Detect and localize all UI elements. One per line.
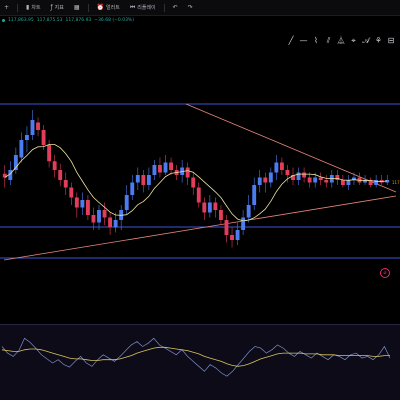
drawing-toolbar: ╱ — ⌇ ⫽ ⏅ ⌖ 𝒜 ⚘ ⊟ (286, 34, 396, 48)
candle-body (224, 220, 229, 235)
candle-body (318, 177, 323, 180)
candle-body (85, 200, 90, 215)
candle-body (52, 161, 57, 170)
candle-body (36, 122, 40, 130)
candle-body (196, 187, 201, 203)
candle-body (30, 120, 35, 135)
candle-body (141, 175, 146, 185)
candle-body (113, 220, 118, 228)
lower-trendline (3, 195, 397, 261)
candle-body (69, 187, 74, 198)
candle-body (207, 202, 212, 213)
candle-body (124, 195, 129, 210)
candle-body (285, 170, 290, 175)
candle-body (191, 177, 196, 188)
candle-body (169, 162, 173, 170)
candle-body (213, 202, 218, 210)
candle-body (135, 175, 140, 183)
candle-body (19, 140, 24, 158)
candle-body (47, 145, 52, 162)
candle-body (58, 170, 63, 180)
candle-body (241, 217, 246, 230)
candle-body (335, 175, 340, 180)
drawing-tool-2-icon[interactable]: ⌇ (311, 34, 321, 48)
candle-body (268, 172, 273, 183)
drawing-tool-0-icon[interactable]: ╱ (286, 34, 296, 48)
candle-body (246, 205, 251, 218)
drawing-tool-8-icon[interactable]: ⊟ (386, 34, 396, 48)
candle-body (263, 177, 268, 183)
candle-body (307, 177, 312, 183)
candle-body (235, 230, 240, 240)
candle-body (41, 130, 46, 145)
candle-body (185, 167, 190, 178)
candle-body (279, 162, 284, 170)
alert-icon[interactable]: ⌀ (380, 268, 390, 278)
candle-body (346, 180, 351, 185)
candle-body (296, 172, 301, 180)
candle-body (63, 180, 68, 188)
upper-trendline (185, 103, 397, 193)
candle-body (97, 210, 101, 223)
candle-body (252, 185, 257, 205)
oscillator-line (1, 337, 391, 377)
drawing-tool-3-icon[interactable]: ⫽ (324, 34, 334, 48)
price-chart[interactable] (0, 0, 400, 400)
candle-body (158, 165, 162, 173)
candle-body (108, 217, 113, 228)
candle-body (257, 177, 262, 185)
drawing-tool-6-icon[interactable]: 𝒜 (361, 34, 371, 48)
candle-body (80, 200, 85, 208)
candle-body (152, 165, 157, 175)
candle-body (74, 197, 79, 208)
candle-body (313, 177, 318, 183)
candle-body (230, 235, 234, 240)
candle-body (219, 210, 223, 220)
drawing-tool-1-icon[interactable]: — (299, 34, 309, 48)
candle-body (130, 182, 135, 195)
candle-body (202, 202, 207, 213)
candle-body (146, 175, 151, 185)
drawing-tool-4-icon[interactable]: ⏅ (336, 34, 346, 48)
candle-body (302, 172, 307, 178)
candle-body (274, 162, 279, 173)
drawing-tool-5-icon[interactable]: ⌖ (349, 34, 359, 48)
candle-body (163, 162, 168, 173)
candle-body (102, 210, 107, 218)
candle-body (91, 215, 96, 223)
moving-average-line (4, 144, 388, 222)
candle-body (324, 180, 329, 183)
candle-body (25, 135, 29, 140)
price-marker: 117 (392, 180, 400, 185)
drawing-tool-7-icon[interactable]: ⚘ (374, 34, 384, 48)
candle-body (340, 180, 345, 185)
